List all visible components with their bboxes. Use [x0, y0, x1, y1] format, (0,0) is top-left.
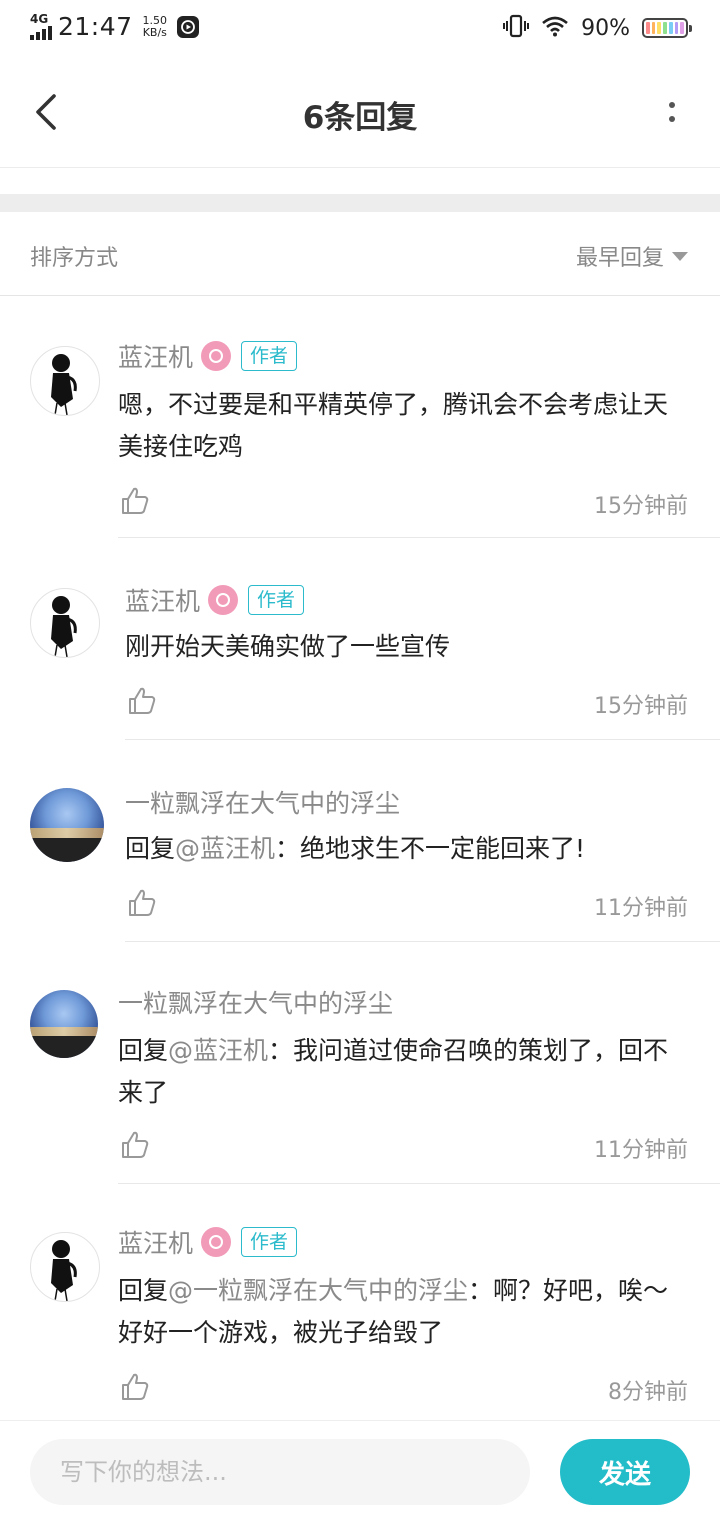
sort-label: 排序方式: [30, 246, 119, 271]
author-badge: 作者: [241, 1227, 298, 1257]
signal-icon: [30, 26, 52, 40]
thumbs-up-icon[interactable]: [127, 686, 157, 716]
status-bar: 4G 21:47 1.50 KB/s 90%: [0, 0, 720, 56]
reply-header: 一粒飘浮在大气中的浮尘: [118, 984, 393, 1020]
username[interactable]: 一粒飘浮在大气中的浮尘: [125, 784, 400, 820]
username[interactable]: 蓝汪机: [118, 1224, 193, 1260]
vibrate-icon: [503, 14, 530, 42]
battery-percent: 90%: [581, 15, 630, 41]
sort-bar: 排序方式 最早回复: [0, 212, 720, 296]
username[interactable]: 蓝汪机: [118, 338, 193, 374]
avatar[interactable]: [30, 788, 104, 862]
page-title: 6条回复: [302, 100, 418, 136]
sort-order-dropdown[interactable]: 最早回复: [576, 240, 688, 272]
username[interactable]: 蓝汪机: [125, 582, 200, 618]
cellular-signal: 4G: [30, 13, 52, 40]
reply-header: 蓝汪机 作者: [118, 338, 298, 374]
comment-input[interactable]: [30, 1439, 530, 1505]
mention-suffix: ：: [468, 1276, 494, 1305]
medal-icon: [208, 585, 239, 615]
network-speed: 1.50 KB/s: [142, 13, 168, 39]
reply-text: 回复@蓝汪机：绝地求生不一定能回来了!: [125, 828, 690, 870]
reply-header: 一粒飘浮在大气中的浮尘: [125, 784, 400, 820]
reply-body: 嗯，不过要是和平精英停了，腾讯会不会考虑让天美接住吃鸡: [118, 390, 669, 461]
network-type: 4G: [30, 12, 49, 26]
mention-prefix: 回复: [125, 834, 176, 863]
more-vertical-icon: [669, 102, 675, 108]
author-badge: 作者: [241, 341, 298, 371]
section-divider: [0, 194, 720, 212]
reply-text: 嗯，不过要是和平精英停了，腾讯会不会考虑让天美接住吃鸡: [118, 384, 688, 468]
composer-bar: 发送: [0, 1420, 720, 1520]
thumbs-up-icon[interactable]: [120, 1372, 150, 1402]
send-button[interactable]: 发送: [560, 1439, 690, 1505]
thumbs-up-icon[interactable]: [120, 1130, 150, 1160]
clock: 21:47: [58, 12, 133, 41]
reply-body: 绝地求生不一定能回来了!: [300, 834, 586, 863]
mention-suffix: ：: [275, 834, 301, 863]
reply-time: 8分钟前: [608, 1380, 688, 1405]
top-bar: 6条回复: [0, 56, 720, 168]
reply-time: 15分钟前: [594, 694, 688, 719]
speed-value: 1.50: [142, 13, 168, 27]
avatar[interactable]: [30, 1232, 100, 1302]
reply-header: 蓝汪机 作者: [125, 582, 305, 618]
caret-down-icon: [672, 251, 688, 261]
thumbs-up-icon[interactable]: [120, 486, 150, 516]
status-right: 90%: [503, 14, 692, 42]
medal-icon: [201, 1227, 232, 1257]
reply-item: 蓝汪机 作者 回复@一粒飘浮在大气中的浮尘：啊？好吧，唉～好好一个游戏，被光子给…: [0, 1184, 720, 1420]
reply-time: 15分钟前: [594, 494, 688, 519]
reply-header: 蓝汪机 作者: [118, 1224, 298, 1260]
mention-prefix: 回复: [118, 1036, 169, 1065]
reply-body: 刚开始天美确实做了一些宣传: [125, 632, 451, 661]
status-left: 4G 21:47 1.50 KB/s: [30, 12, 200, 41]
app-notification-icon: [177, 15, 200, 38]
mention-prefix: 回复: [118, 1276, 169, 1305]
reply-time: 11分钟前: [594, 896, 688, 921]
mention-link[interactable]: @蓝汪机: [168, 1036, 268, 1065]
reply-text: 回复@蓝汪机：我问道过使命召唤的策划了，回不来了: [118, 1030, 688, 1114]
reply-item: 蓝汪机 作者 刚开始天美确实做了一些宣传 15分钟前: [0, 538, 720, 740]
avatar[interactable]: [30, 990, 98, 1058]
reply-text: 刚开始天美确实做了一些宣传: [125, 626, 690, 668]
reply-item: 一粒飘浮在大气中的浮尘 回复@蓝汪机：绝地求生不一定能回来了! 11分钟前: [0, 740, 720, 942]
reply-text: 回复@一粒飘浮在大气中的浮尘：啊？好吧，唉～好好一个游戏，被光子给毁了: [118, 1270, 688, 1354]
thumbs-up-icon[interactable]: [127, 888, 157, 918]
reply-item: 一粒飘浮在大气中的浮尘 回复@蓝汪机：我问道过使命召唤的策划了，回不来了 11分…: [0, 942, 720, 1184]
author-badge: 作者: [248, 585, 305, 615]
battery-icon: [642, 18, 692, 38]
avatar[interactable]: [30, 346, 100, 416]
username[interactable]: 一粒飘浮在大气中的浮尘: [118, 984, 393, 1020]
mention-suffix: ：: [268, 1036, 294, 1065]
medal-icon: [201, 341, 232, 371]
reply-time: 11分钟前: [594, 1138, 688, 1163]
mention-link[interactable]: @蓝汪机: [175, 834, 275, 863]
sort-selected-value: 最早回复: [575, 246, 664, 271]
speed-unit: KB/s: [142, 25, 167, 39]
avatar[interactable]: [30, 588, 100, 658]
more-options-button[interactable]: [660, 88, 684, 136]
mention-link[interactable]: @一粒飘浮在大气中的浮尘: [168, 1276, 468, 1305]
reply-item: 蓝汪机 作者 嗯，不过要是和平精英停了，腾讯会不会考虑让天美接住吃鸡 15分钟前: [0, 296, 720, 538]
wifi-icon: [541, 15, 569, 41]
